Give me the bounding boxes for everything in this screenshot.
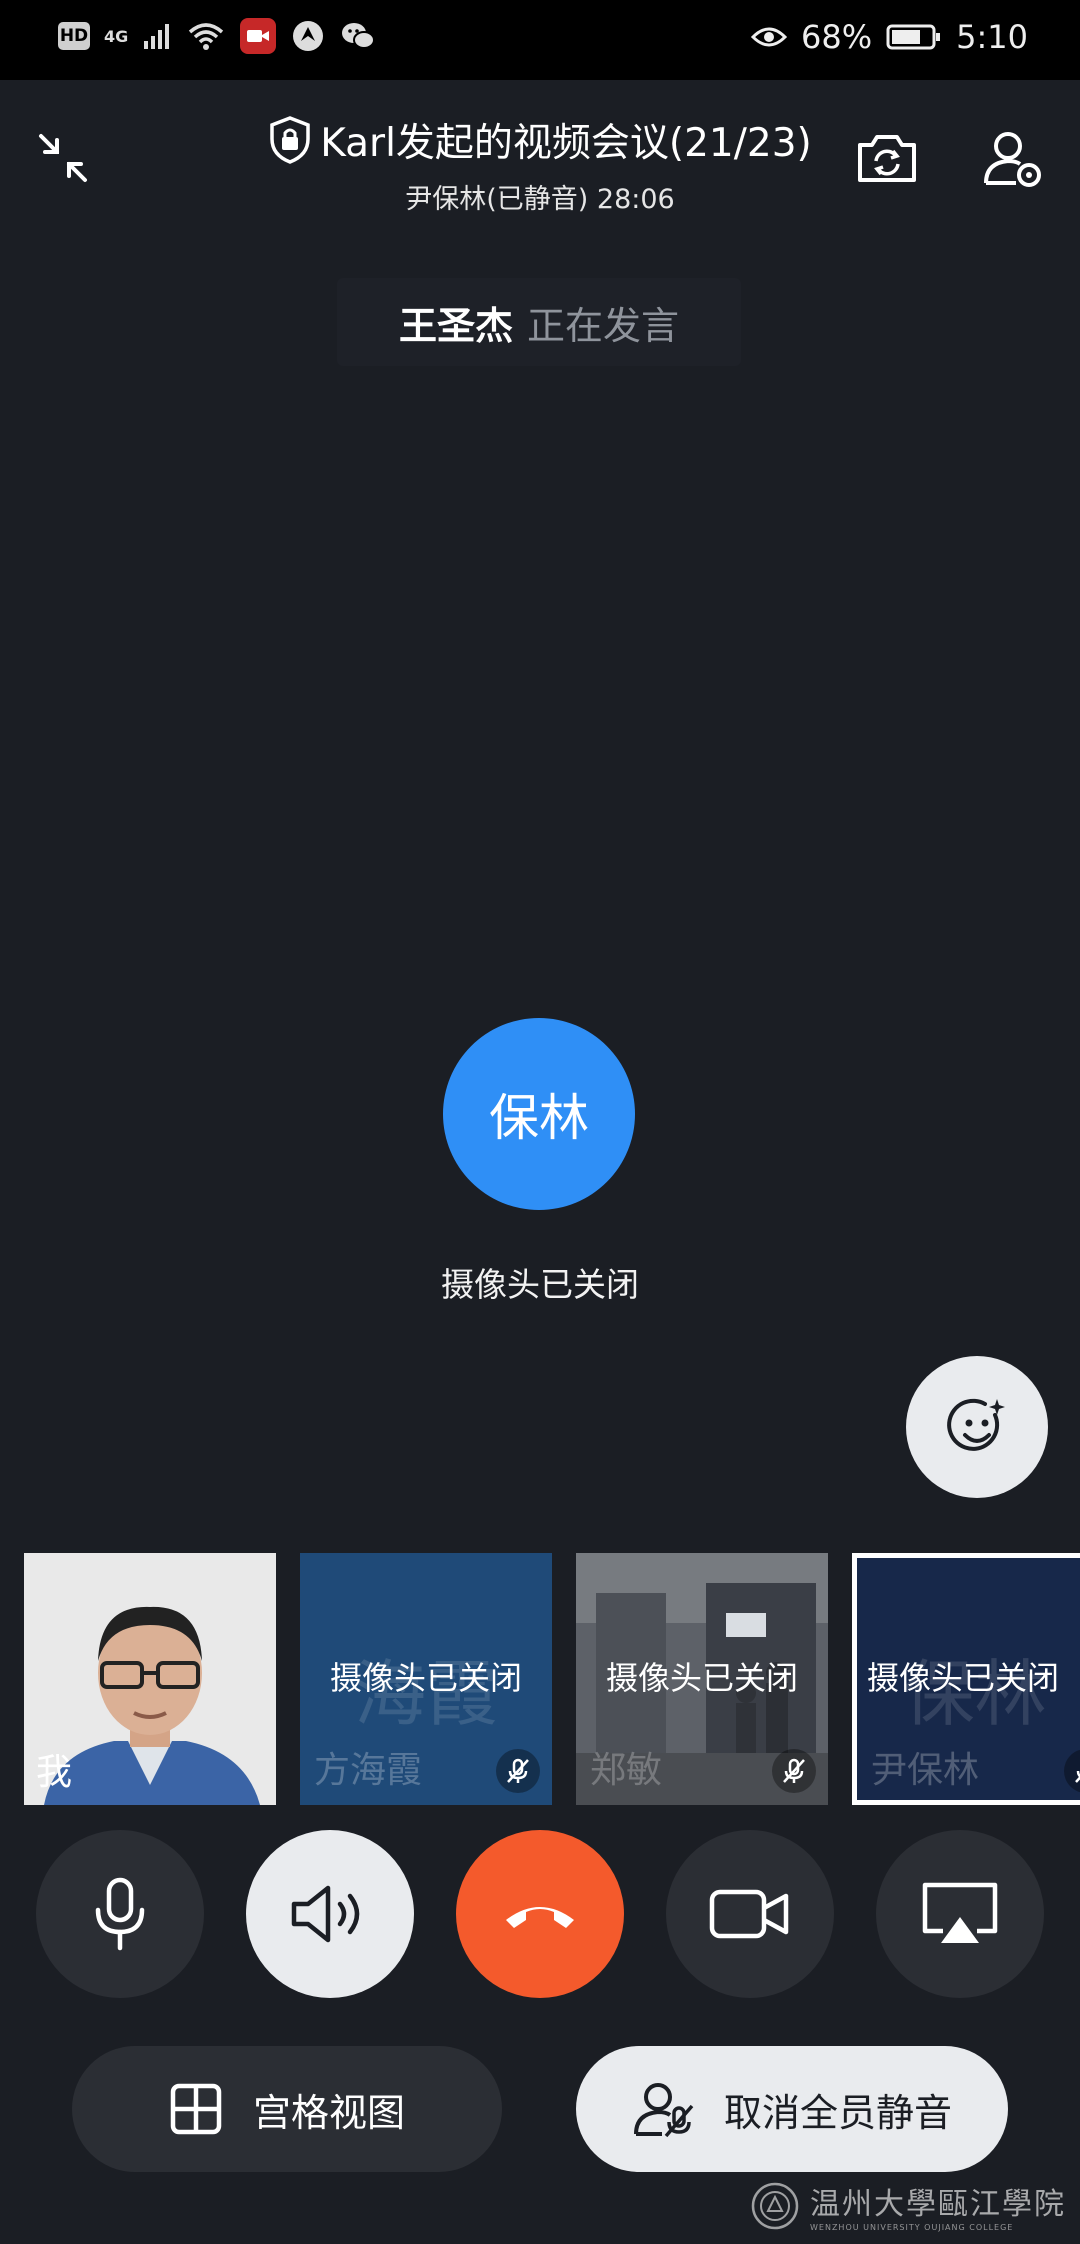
thumbnail-camera-off: 摄像头已关闭: [605, 1659, 798, 1697]
lock-shield-icon: [270, 116, 310, 164]
thumbnail-participant[interactable]: 海霞 摄像头已关闭 方海霞: [300, 1553, 552, 1805]
hang-up-icon: [506, 1907, 574, 1928]
battery-percent: 68%: [801, 18, 873, 56]
reaction-button[interactable]: [906, 1356, 1048, 1498]
meeting-app-icon: [240, 18, 277, 54]
active-speaker-banner: 王圣杰 正在发言: [337, 278, 741, 366]
grid-view-button[interactable]: 宫格视图: [72, 2046, 502, 2172]
signal-icon: [144, 24, 170, 49]
video-meeting-screen: HD 4G 68% 5:10 Karl发起的视频会议(21/23) 尹保林(已静…: [0, 0, 1080, 2244]
muted-mic-icon: [496, 1749, 540, 1793]
hd-badge: HD: [58, 22, 90, 50]
college-seal-logo: [751, 2182, 799, 2229]
thumbnail-participant[interactable]: 摄像头已关闭 郑敏: [576, 1553, 828, 1805]
thumbnail-participant-selected[interactable]: 保林 摄像头已关闭 尹保林: [852, 1553, 1080, 1805]
microphone-button[interactable]: [36, 1830, 204, 1998]
thumbnail-name: 尹保林: [871, 1750, 980, 1791]
grid-view-label: 宫格视图: [252, 2090, 405, 2135]
status-bar: HD 4G 68% 5:10: [0, 0, 1080, 80]
unmute-all-button[interactable]: 取消全员静音: [576, 2046, 1008, 2172]
thumbnail-camera-off: 摄像头已关闭: [329, 1659, 522, 1697]
switch-camera-button[interactable]: [842, 113, 932, 203]
hang-up-button[interactable]: [456, 1830, 624, 1998]
watermark-text: 温州大學甌江學院: [810, 2187, 1066, 2222]
thumbnail-self[interactable]: 我: [24, 1553, 276, 1805]
eye-comfort-icon: [751, 27, 788, 47]
speaker-name: 王圣杰: [398, 303, 513, 348]
main-participant-avatar: 保林: [443, 1018, 635, 1210]
browser-app-icon: [290, 18, 326, 54]
microphone-icon: [95, 1877, 145, 1951]
avatar-initials: 保林: [489, 1089, 589, 1147]
thumbnail-name: 郑敏: [590, 1750, 663, 1791]
speaker-button[interactable]: [246, 1830, 414, 1998]
participants-button[interactable]: [968, 113, 1058, 203]
thumbnail-self-label: 我: [36, 1752, 73, 1793]
screen-share-icon: [922, 1882, 998, 1943]
speaker-status: 正在发言: [527, 303, 680, 348]
grid-icon: [170, 2083, 222, 2135]
wechat-app-icon: [340, 18, 376, 54]
switch-camera-icon: [858, 135, 916, 182]
wifi-icon: [189, 23, 224, 50]
thumbnail-camera-off: 摄像头已关闭: [867, 1659, 1060, 1697]
thumbnail-name: 方海霞: [314, 1750, 423, 1791]
college-watermark: 温州大學甌江學院 WENZHOU UNIVERSITY OUJIANG COLL…: [750, 2179, 1066, 2232]
muted-mic-icon: [1064, 1749, 1080, 1793]
watermark-subtext: WENZHOU UNIVERSITY OUJIANG COLLEGE: [810, 2223, 1014, 2232]
battery-icon: [886, 24, 941, 50]
speaker-icon: [291, 1885, 360, 1943]
screen-share-button[interactable]: [876, 1830, 1044, 1998]
video-camera-icon: [709, 1889, 789, 1939]
network-type: 4G: [104, 26, 129, 46]
unmute-all-label: 取消全员静音: [723, 2090, 952, 2135]
camera-off-label: 摄像头已关闭: [441, 1265, 639, 1304]
smiley-icon: [947, 1398, 1005, 1451]
camera-button[interactable]: [666, 1830, 834, 1998]
unmute-all-icon: [633, 2083, 694, 2138]
meeting-title: Karl发起的视频会议(21/23): [320, 121, 812, 166]
muted-mic-icon: [772, 1749, 816, 1793]
clock: 5:10: [956, 18, 1028, 56]
user-settings-icon: [984, 132, 1041, 187]
